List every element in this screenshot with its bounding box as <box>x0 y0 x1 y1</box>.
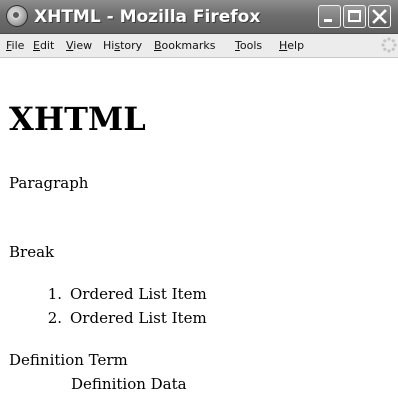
maximize-icon <box>348 10 361 22</box>
menu-help[interactable]: Help <box>279 39 304 52</box>
page-heading: XHTML <box>9 100 146 138</box>
window-title: XHTML - Mozilla Firefox <box>34 7 261 27</box>
menu-tools[interactable]: Tools <box>235 39 262 52</box>
list-item-text: Ordered List Item <box>70 285 207 303</box>
minimize-button[interactable] <box>318 5 341 28</box>
menu-history[interactable]: History <box>103 39 142 52</box>
throbber-icon <box>381 37 397 53</box>
definition-list: Definition Term Definition Data <box>9 351 187 393</box>
menu-edit[interactable]: Edit <box>33 39 54 52</box>
menu-view[interactable]: View <box>66 39 92 52</box>
list-item-number: 2. <box>47 309 62 327</box>
definition-term: Definition Term <box>9 351 128 369</box>
menu-file[interactable]: File <box>6 39 24 52</box>
title-bar[interactable]: XHTML - Mozilla Firefox <box>0 0 398 34</box>
maximize-button[interactable] <box>343 5 366 28</box>
close-button[interactable] <box>368 5 391 28</box>
minimize-icon <box>324 19 332 22</box>
page-content: XHTML Paragraph Break 1. Ordered List It… <box>0 58 398 417</box>
firefox-icon[interactable] <box>6 5 28 27</box>
list-item-text: Ordered List Item <box>70 309 207 327</box>
menu-bookmarks[interactable]: Bookmarks <box>154 39 215 52</box>
break-text: Break <box>9 243 55 261</box>
paragraph-text: Paragraph <box>9 174 89 192</box>
list-item-number: 1. <box>47 285 62 303</box>
close-icon <box>372 9 387 24</box>
menu-bar: File Edit View History Bookmarks Tools H… <box>0 34 398 58</box>
browser-window: XHTML - Mozilla Firefox File Edit View H… <box>0 0 398 417</box>
definition-data: Definition Data <box>71 375 187 393</box>
